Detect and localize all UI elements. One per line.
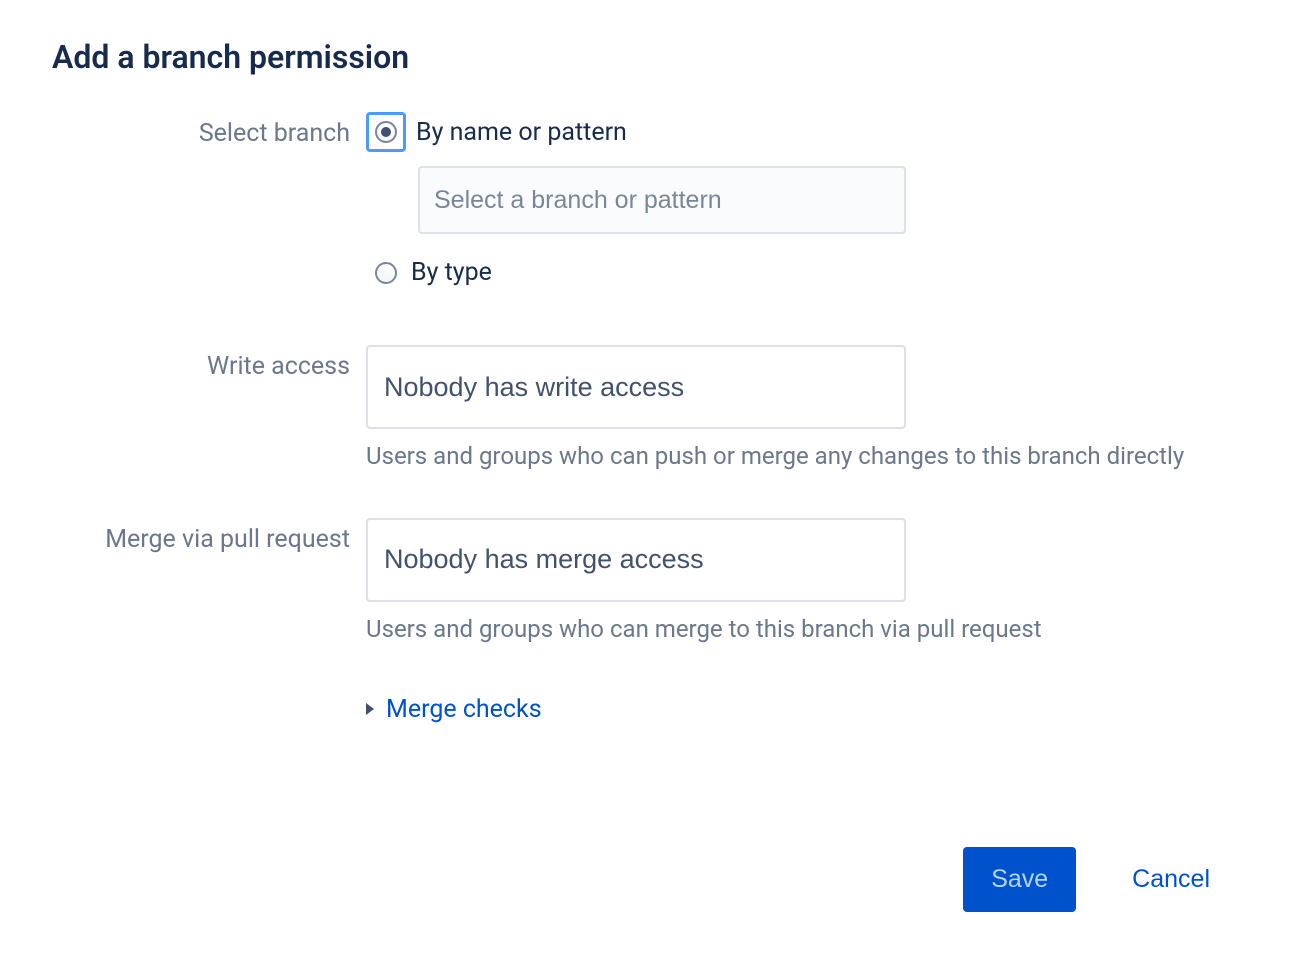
merge-access-row: Merge via pull request Users and groups … <box>52 518 1264 647</box>
add-branch-permission-dialog: Add a branch permission Select branch By… <box>0 0 1316 972</box>
write-access-help: Users and groups who can push or merge a… <box>366 439 1206 474</box>
merge-access-content: Users and groups who can merge to this b… <box>366 518 1206 647</box>
radio-by-type[interactable]: By type <box>366 258 1206 287</box>
select-branch-content: By name or pattern By type <box>366 112 1206 301</box>
branch-pattern-input[interactable] <box>418 166 906 234</box>
cancel-button[interactable]: Cancel <box>1126 864 1216 895</box>
radio-focus-ring <box>366 112 406 152</box>
radio-by-type-label: By type <box>411 258 492 287</box>
select-branch-label: Select branch <box>52 112 366 151</box>
dialog-footer: Save Cancel <box>963 847 1216 912</box>
merge-checks-toggle[interactable]: Merge checks <box>366 695 542 724</box>
branch-pattern-input-wrap <box>418 166 1206 234</box>
write-access-input[interactable] <box>366 345 906 429</box>
write-access-row: Write access Users and groups who can pu… <box>52 345 1264 474</box>
write-access-content: Users and groups who can push or merge a… <box>366 345 1206 474</box>
radio-dot-icon <box>381 127 391 137</box>
select-branch-row: Select branch By name or pattern By type <box>52 112 1264 301</box>
save-button[interactable]: Save <box>963 847 1076 912</box>
radio-icon <box>375 121 397 143</box>
dialog-title: Add a branch permission <box>52 38 1264 76</box>
merge-access-input[interactable] <box>366 518 906 602</box>
merge-checks-label: Merge checks <box>386 695 542 724</box>
merge-access-help: Users and groups who can merge to this b… <box>366 612 1206 647</box>
radio-by-name-label: By name or pattern <box>416 118 627 147</box>
radio-icon <box>375 262 397 284</box>
merge-access-label: Merge via pull request <box>52 518 366 557</box>
write-access-label: Write access <box>52 345 366 384</box>
chevron-right-icon <box>366 703 374 715</box>
merge-checks-row: Merge checks <box>52 691 1264 724</box>
radio-by-name-or-pattern[interactable]: By name or pattern <box>366 112 1206 152</box>
